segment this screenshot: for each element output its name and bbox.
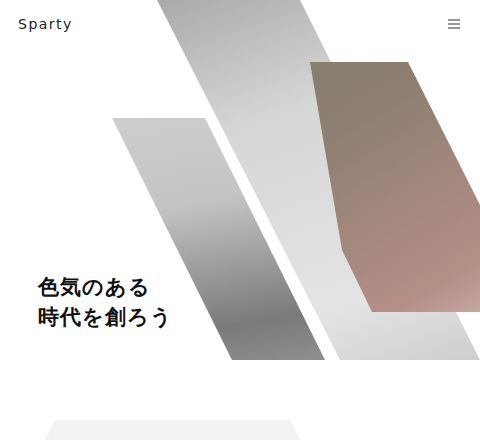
headline-line: 色気のある (38, 272, 480, 302)
photo-bottom (0, 0, 480, 440)
hero-collage (0, 0, 480, 440)
photo-meeting (0, 0, 480, 440)
logo[interactable]: Sparty (18, 16, 73, 32)
header: Sparty (0, 0, 480, 36)
hero-headline: 色気のある時代を創ろう (38, 272, 480, 332)
menu-button[interactable] (446, 17, 462, 31)
photo-store (0, 0, 480, 440)
headline-line: 時代を創ろう (38, 302, 480, 332)
page: Sparty 色気のある時代を創ろう (0, 0, 480, 440)
photo-building (0, 0, 480, 440)
menu-icon (448, 19, 460, 29)
